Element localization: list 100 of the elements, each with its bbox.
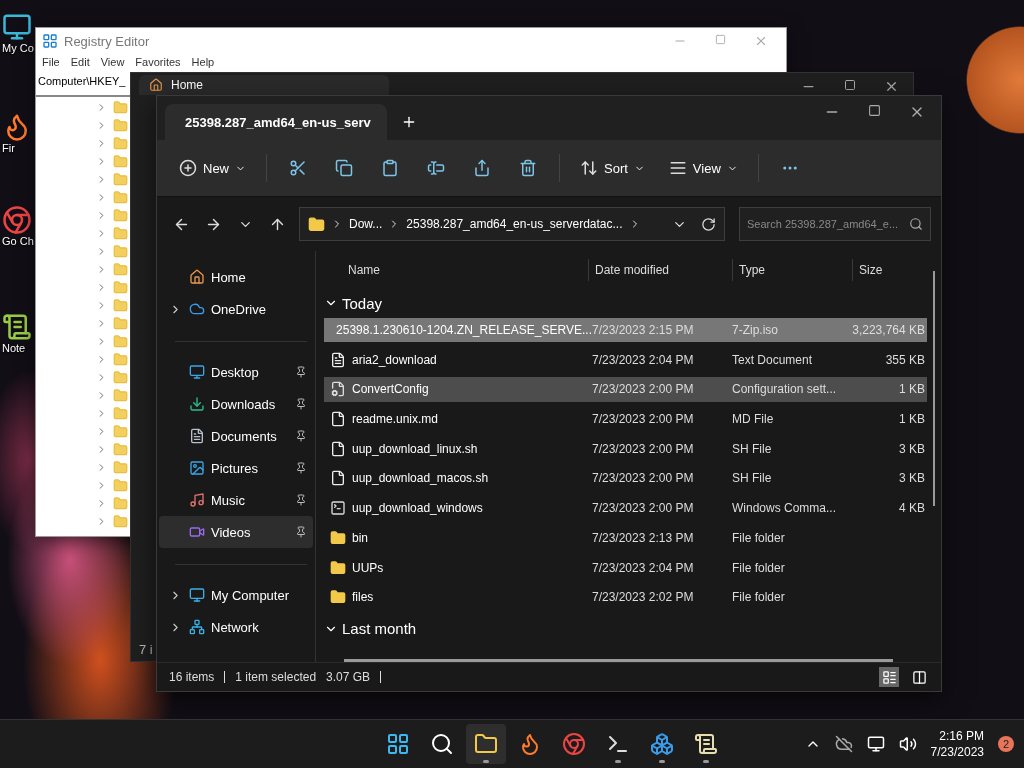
- close-icon[interactable]: [884, 79, 899, 94]
- folder-icon: [113, 459, 128, 475]
- sidebar-item[interactable]: Documents: [159, 420, 313, 452]
- notification-badge[interactable]: 2: [998, 736, 1014, 752]
- sidebar-item[interactable]: Pictures: [159, 452, 313, 484]
- house-icon: [189, 269, 205, 285]
- details-view-icon[interactable]: [879, 667, 899, 687]
- scrollbar[interactable]: [933, 271, 935, 506]
- menu-item[interactable]: Help: [191, 55, 215, 68]
- column-header[interactable]: Name: [332, 259, 588, 281]
- file-row[interactable]: files 7/23/2023 2:02 PM File folder: [324, 584, 927, 610]
- address-bar[interactable]: Dow... 25398.287_amd64_en-us_serverdatac...: [299, 207, 725, 241]
- menu-item[interactable]: File: [42, 55, 60, 68]
- desktop-icon-label[interactable]: Fir: [2, 142, 34, 155]
- file-row[interactable]: 25398.1.230610-1204.ZN_RELEASE_SERVE...7/23/2023 2:15 PM 7-Zip.iso 3,223,764 KB: [324, 317, 927, 343]
- tab[interactable]: 25398.287_amd64_en-us_serv: [165, 104, 387, 140]
- menu-item[interactable]: Edit: [70, 55, 90, 68]
- file-row[interactable]: readme.unix.md 7/23/2023 2:00 PM MD File 1 KB: [324, 406, 927, 432]
- search-field[interactable]: Search 25398.287_amd64_e...: [739, 207, 931, 241]
- breadcrumb[interactable]: Dow...: [349, 217, 383, 231]
- sidebar-item[interactable]: Music: [159, 484, 313, 516]
- pin-icon[interactable]: [295, 430, 307, 442]
- refresh-icon[interactable]: [701, 216, 716, 232]
- toolbar-button[interactable]: New: [169, 150, 256, 186]
- file-row[interactable]: aria2_download 7/23/2023 2:04 PM Text Document 355 KB: [324, 347, 927, 372]
- clock-time[interactable]: 2:16 PM: [939, 728, 984, 744]
- scroll-icon[interactable]: [2, 312, 32, 342]
- window-title: Registry Editor: [64, 33, 150, 49]
- folder-icon: [330, 529, 346, 546]
- status-text: 7 i: [139, 642, 153, 657]
- file-row[interactable]: uup_download_macos.sh 7/23/2023 2:00 PM SH File 3 KB: [324, 466, 927, 491]
- sidebar-item[interactable]: Desktop: [159, 356, 313, 388]
- folder-icon: [113, 207, 128, 223]
- cloud-icon: [189, 301, 205, 317]
- column-header[interactable]: Date modified: [588, 259, 732, 281]
- status-text: 3.07 GB: [326, 670, 371, 684]
- sidebar-item[interactable]: OneDrive: [159, 293, 313, 325]
- group-header[interactable]: Today: [324, 289, 927, 318]
- sort-arrows-icon: [580, 159, 598, 177]
- pin-icon[interactable]: [295, 398, 307, 410]
- column-header[interactable]: Type: [732, 259, 852, 281]
- folder-icon: [113, 297, 128, 313]
- volume-icon[interactable]: [898, 735, 917, 753]
- menu-item[interactable]: Favorites: [135, 55, 181, 68]
- file-icon: [330, 440, 346, 457]
- cloud-off-icon[interactable]: [834, 735, 853, 753]
- search-icon: [909, 217, 923, 231]
- monitor-icon[interactable]: [2, 12, 32, 42]
- folder-icon: [113, 387, 128, 403]
- pin-icon[interactable]: [295, 526, 307, 538]
- desktop-icon-label[interactable]: Note: [2, 342, 34, 355]
- status-text: 1 item selected: [235, 670, 317, 684]
- picture-icon: [189, 460, 205, 476]
- folder-icon: [113, 171, 128, 187]
- toolbar-button[interactable]: Sort: [570, 150, 655, 186]
- scrollbar[interactable]: [344, 659, 893, 662]
- column-header[interactable]: Size: [852, 259, 927, 281]
- clock-date[interactable]: 7/23/2023: [930, 744, 984, 760]
- folder-icon[interactable]: [466, 724, 506, 764]
- tab[interactable]: Home: [139, 75, 389, 95]
- menu-item[interactable]: View: [100, 55, 125, 68]
- sidebar-item[interactable]: My Computer: [159, 579, 313, 611]
- sidebar-item[interactable]: Home: [159, 261, 313, 293]
- group-header[interactable]: Last month: [324, 614, 927, 644]
- folder-icon: [113, 423, 128, 439]
- folder-icon: [113, 135, 128, 151]
- sidebar-item[interactable]: Downloads: [159, 388, 313, 420]
- sidebar-item[interactable]: Network: [159, 611, 313, 643]
- pin-icon[interactable]: [295, 494, 307, 506]
- terminal-file-icon: [330, 500, 346, 517]
- folder-icon: [113, 117, 128, 133]
- toolbar-button[interactable]: View: [658, 150, 748, 186]
- browser-icon[interactable]: [2, 205, 32, 235]
- file-row[interactable]: UUPs 7/23/2023 2:04 PM File folder: [324, 555, 927, 580]
- video-icon: [189, 524, 205, 540]
- house-icon: [149, 78, 163, 92]
- folder-icon: [113, 513, 128, 529]
- file-icon: [330, 411, 346, 427]
- desktop-icon-label[interactable]: Go Ch: [2, 235, 34, 248]
- pin-icon[interactable]: [295, 366, 307, 378]
- folder-icon: [113, 261, 128, 277]
- text-file-icon: [330, 351, 346, 368]
- maximize-icon[interactable]: [868, 104, 881, 117]
- plus-circle-icon: [179, 159, 197, 177]
- folder-icon: [113, 189, 128, 205]
- pin-icon[interactable]: [295, 462, 307, 474]
- file-row[interactable]: uup_download_linux.sh 7/23/2023 2:00 PM SH File 3 KB: [324, 436, 927, 462]
- sidebar-item[interactable]: Videos: [159, 516, 313, 548]
- folder-icon: [113, 279, 128, 295]
- maximize-icon[interactable]: [844, 79, 856, 91]
- monitor-icon: [189, 587, 205, 603]
- file-row[interactable]: uup_download_windows 7/23/2023 2:00 PM Windows Comma... 4 KB: [324, 495, 927, 521]
- file-row[interactable]: ConvertConfig 7/23/2023 2:00 PM Configuration sett... 1 KB: [324, 376, 927, 402]
- file-row[interactable]: bin 7/23/2023 2:13 PM File folder: [324, 525, 927, 551]
- folder-icon: [330, 559, 346, 576]
- new-tab-icon[interactable]: [401, 114, 417, 130]
- download-icon: [189, 396, 205, 412]
- folder-icon: [113, 495, 128, 511]
- breadcrumb[interactable]: 25398.287_amd64_en-us_serverdatac...: [406, 217, 623, 231]
- desktop-icon-label[interactable]: My Co: [2, 42, 34, 55]
